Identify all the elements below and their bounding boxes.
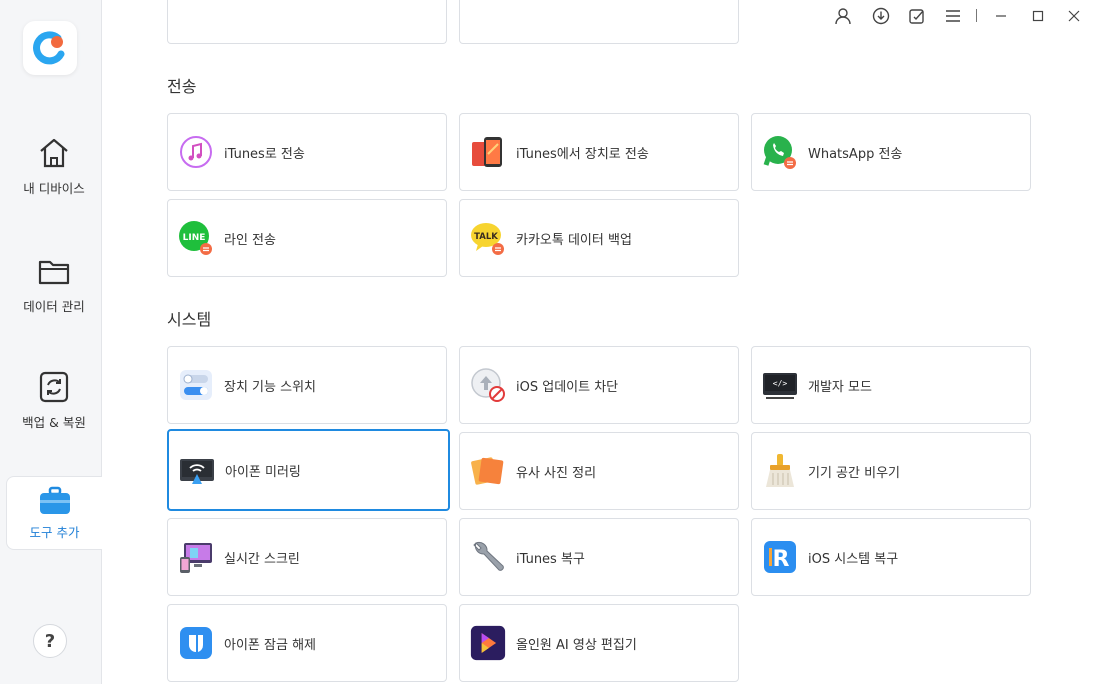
photos-icon xyxy=(470,453,506,489)
card-block-ios-update[interactable]: iOS 업데이트 차단 xyxy=(459,346,739,424)
section-title-system: 시스템 xyxy=(167,310,212,329)
card-label: iOS 업데이트 차단 xyxy=(516,379,619,395)
broom-icon xyxy=(762,453,798,489)
card-free-up-space[interactable]: 기기 공간 비우기 xyxy=(751,432,1031,510)
minimize-icon xyxy=(996,15,1006,17)
card-label: 개발자 모드 xyxy=(808,379,872,395)
toggle-switch-icon xyxy=(178,367,214,403)
card-kakaotalk-backup[interactable]: TALK 카카오톡 데이터 백업 xyxy=(459,199,739,277)
help-button[interactable]: ? xyxy=(33,624,67,658)
close-icon xyxy=(1068,10,1080,22)
card-label: iTunes에서 장치로 전송 xyxy=(516,146,649,162)
phone-transfer-icon xyxy=(470,134,506,170)
sidebar-item-add-tools[interactable]: 도구 추가 xyxy=(6,476,102,550)
app-logo xyxy=(23,21,77,75)
section-title-transfer: 전송 xyxy=(167,77,197,96)
line-icon: LINE xyxy=(178,220,214,256)
reiboot-icon: R xyxy=(762,539,798,575)
home-icon xyxy=(40,138,68,167)
help-icon: ? xyxy=(44,630,56,652)
sidebar-item-label: 데이터 관리 xyxy=(23,298,85,314)
toolbox-icon xyxy=(39,486,70,514)
card-ai-video-editor[interactable]: 올인원 AI 영상 편집기 xyxy=(459,604,739,682)
svg-text:R: R xyxy=(773,547,790,572)
card-partial[interactable] xyxy=(167,0,447,44)
card-label: 아이폰 잠금 해제 xyxy=(224,637,316,653)
card-label: 실시간 스크린 xyxy=(224,551,300,567)
card-iphone-unlock[interactable]: 아이폰 잠금 해제 xyxy=(167,604,447,682)
sidebar-item-label: 내 디바이스 xyxy=(23,180,85,196)
screen-mirroring-icon xyxy=(179,452,215,488)
titlebar-divider xyxy=(976,9,977,22)
sidebar: 내 디바이스 데이터 관리 백업 & 복원 도구 추가 ? xyxy=(0,0,102,684)
card-itunes-to-device[interactable]: iTunes에서 장치로 전송 xyxy=(459,113,739,191)
card-developer-mode[interactable]: </> 개발자 모드 xyxy=(751,346,1031,424)
download-icon xyxy=(872,7,890,25)
card-label: iTunes 복구 xyxy=(516,551,585,567)
sidebar-item-my-device[interactable]: 내 디바이스 xyxy=(6,118,102,214)
maximize-icon xyxy=(1032,10,1044,22)
card-label: 올인원 AI 영상 편집기 xyxy=(516,637,637,653)
user-icon xyxy=(835,8,851,25)
live-screen-icon xyxy=(178,539,214,575)
sidebar-item-label: 백업 & 복원 xyxy=(22,414,86,430)
card-itunes-transfer[interactable]: iTunes로 전송 xyxy=(167,113,447,191)
card-label: 카카오톡 데이터 백업 xyxy=(516,232,632,248)
edit-note-icon xyxy=(909,9,924,24)
card-label: 기기 공간 비우기 xyxy=(808,465,900,481)
card-device-function-switch[interactable]: 장치 기능 스위치 xyxy=(167,346,447,424)
card-label: 라인 전송 xyxy=(224,232,276,248)
maximize-button[interactable] xyxy=(1028,6,1048,26)
card-whatsapp-transfer[interactable]: WhatsApp 전송 xyxy=(751,113,1031,191)
card-label: iOS 시스템 복구 xyxy=(808,551,899,567)
card-label: 장치 기능 스위치 xyxy=(224,379,316,395)
block-update-icon xyxy=(470,367,506,403)
card-similar-photo-cleanup[interactable]: 유사 사진 정리 xyxy=(459,432,739,510)
wrench-icon xyxy=(470,539,506,575)
itunes-music-icon xyxy=(178,134,214,170)
developer-terminal-icon: </> xyxy=(762,367,798,403)
download-button[interactable] xyxy=(871,6,891,26)
backup-restore-icon xyxy=(39,371,69,402)
minimize-button[interactable] xyxy=(991,6,1011,26)
svg-text:LINE: LINE xyxy=(183,233,206,243)
sidebar-item-label: 도구 추가 xyxy=(29,524,80,540)
folder-icon xyxy=(38,260,70,284)
hamburger-menu-icon xyxy=(946,10,960,22)
card-label: iTunes로 전송 xyxy=(224,146,305,162)
card-itunes-repair[interactable]: iTunes 복구 xyxy=(459,518,739,596)
video-editor-icon xyxy=(470,625,506,661)
card-line-transfer[interactable]: LINE 라인 전송 xyxy=(167,199,447,277)
account-button[interactable] xyxy=(833,6,853,26)
card-live-screen[interactable]: 실시간 스크린 xyxy=(167,518,447,596)
svg-text:</>: </> xyxy=(773,379,788,388)
card-label: WhatsApp 전송 xyxy=(808,146,903,162)
card-iphone-mirroring[interactable]: 아이폰 미러링 xyxy=(167,429,450,511)
menu-button[interactable] xyxy=(943,6,963,26)
card-label: 아이폰 미러링 xyxy=(225,464,301,480)
whatsapp-icon xyxy=(762,134,798,170)
card-ios-system-repair[interactable]: R iOS 시스템 복구 xyxy=(751,518,1031,596)
card-partial[interactable] xyxy=(459,0,739,44)
feedback-button[interactable] xyxy=(907,6,927,26)
app-window: 내 디바이스 데이터 관리 백업 & 복원 도구 추가 ? 전송 iTunes로… xyxy=(0,0,1099,684)
close-button[interactable] xyxy=(1064,6,1084,26)
svg-text:TALK: TALK xyxy=(474,232,498,242)
sidebar-item-data-management[interactable]: 데이터 관리 xyxy=(6,236,102,332)
kakaotalk-icon: TALK xyxy=(470,220,506,256)
card-label: 유사 사진 정리 xyxy=(516,465,597,481)
sidebar-item-backup-restore[interactable]: 백업 & 복원 xyxy=(6,352,102,448)
unlock-icon xyxy=(178,625,214,661)
